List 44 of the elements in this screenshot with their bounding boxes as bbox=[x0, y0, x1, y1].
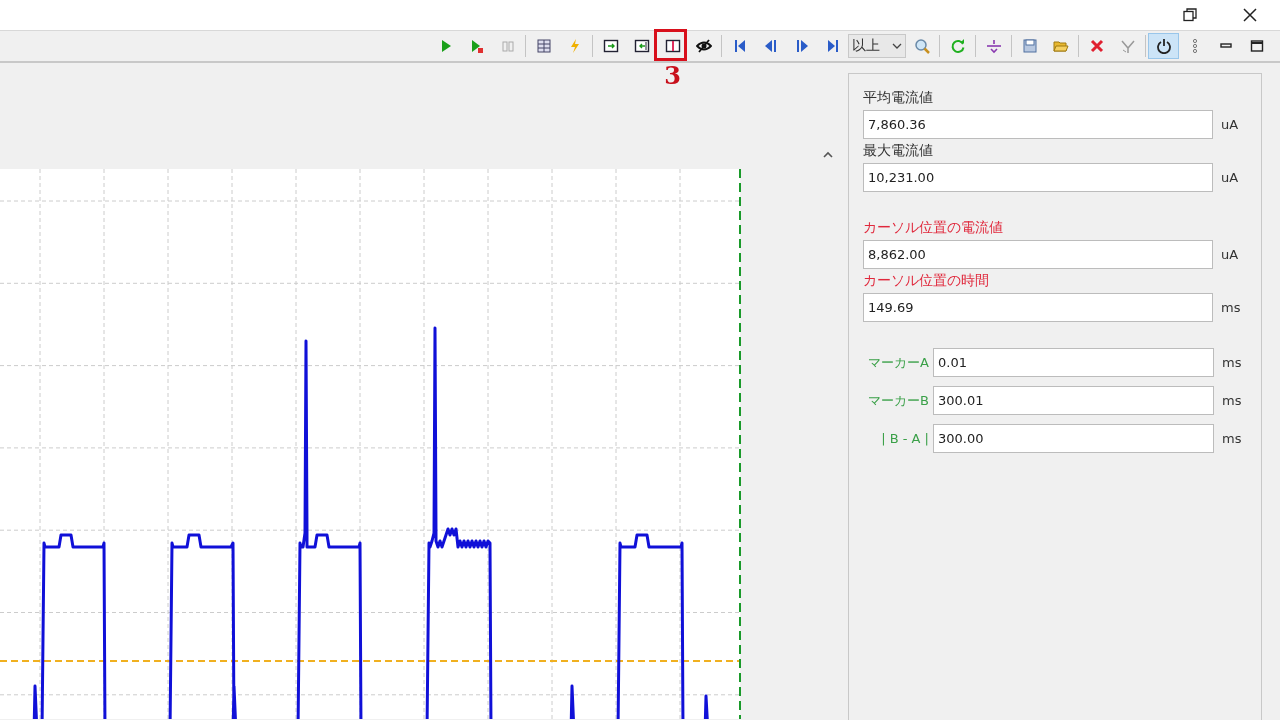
unit-label: uA bbox=[1221, 117, 1239, 132]
maximize-icon bbox=[1248, 38, 1265, 54]
value-field[interactable]: 8,862.00 bbox=[863, 240, 1213, 269]
field-label: 平均電流値 bbox=[863, 88, 934, 106]
folder-icon bbox=[1052, 38, 1069, 54]
unit-label: uA bbox=[1221, 247, 1239, 262]
search-icon bbox=[913, 38, 930, 54]
restore-icon bbox=[1183, 8, 1197, 22]
range-dropdown[interactable]: 以上 bbox=[848, 34, 906, 58]
unit-label: uA bbox=[1221, 170, 1239, 185]
eye-off-icon bbox=[695, 38, 712, 54]
filter-icon bbox=[1119, 38, 1136, 54]
unit-label: ms bbox=[1222, 355, 1242, 370]
field-label: 最大電流値 bbox=[863, 141, 934, 159]
power-icon bbox=[1155, 38, 1172, 54]
value-field[interactable]: 300.00 bbox=[933, 424, 1214, 453]
chevron-down-icon bbox=[892, 43, 902, 49]
field-label: カーソル位置の電流値 bbox=[863, 218, 1004, 236]
marker-line-icon bbox=[985, 38, 1002, 54]
value-field[interactable]: 7,860.36 bbox=[863, 110, 1213, 139]
unit-label: ms bbox=[1222, 393, 1242, 408]
pause-icon bbox=[499, 38, 516, 54]
value-field[interactable]: 0.01 bbox=[933, 348, 1214, 377]
callout-frame bbox=[654, 29, 687, 61]
field-label: カーソル位置の時間 bbox=[863, 271, 990, 289]
collapse-icon[interactable] bbox=[823, 151, 833, 158]
unit-label: ms bbox=[1222, 431, 1242, 446]
close-icon bbox=[1243, 8, 1257, 22]
field-label: マーカーB bbox=[867, 391, 929, 410]
unit-label: ms bbox=[1221, 300, 1241, 315]
field-label: | B - A | bbox=[880, 431, 929, 446]
value-field[interactable]: 149.69 bbox=[863, 293, 1213, 322]
refresh-icon bbox=[949, 38, 966, 54]
value-field[interactable]: 300.01 bbox=[933, 386, 1214, 415]
table-icon bbox=[535, 38, 552, 54]
field-label: マーカーA bbox=[867, 353, 929, 372]
power-button[interactable] bbox=[1148, 33, 1179, 59]
value-field[interactable]: 10,231.00 bbox=[863, 163, 1213, 192]
callout-number: 3 bbox=[663, 64, 682, 88]
cross-icon bbox=[1088, 38, 1105, 54]
save-icon bbox=[1021, 38, 1038, 54]
marker-line[interactable] bbox=[739, 168, 741, 719]
dots-icon bbox=[1191, 38, 1198, 54]
split-view-icon bbox=[664, 38, 681, 54]
